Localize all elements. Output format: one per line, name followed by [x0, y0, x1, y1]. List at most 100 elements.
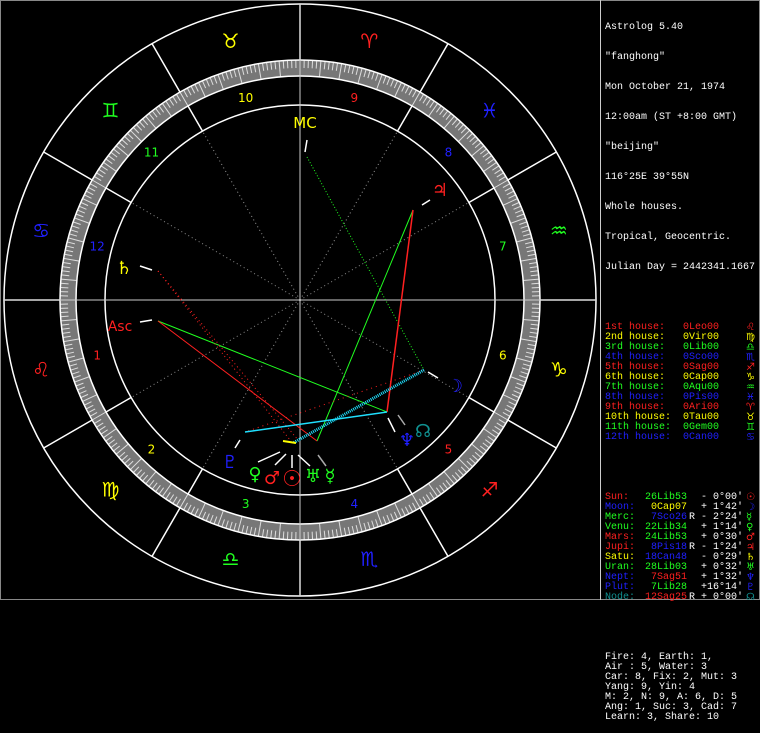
house-cusp-tick [398, 106, 413, 131]
sign-glyph-icon: ♊ [102, 98, 120, 122]
house-cusp-line [203, 300, 301, 469]
app-title: Astrolog 5.40 [605, 23, 760, 33]
venus-glyph-icon: ♀ [248, 464, 261, 485]
sign-divider [152, 508, 180, 556]
degree-tick [61, 316, 69, 317]
aspect-saturn-venus [158, 271, 290, 440]
house-cusp-tick [106, 398, 131, 413]
chart-coords: 116°25E 39°55N [605, 173, 760, 183]
sign-glyph-icon: ♓ [481, 98, 499, 122]
house-number: 10 [238, 91, 253, 105]
stats-line: M: 2, N: 9, A: 6, D: 5 [605, 693, 760, 703]
aspect-pluto-neptune [245, 412, 387, 432]
planet-latitude: + 0°00' [701, 593, 743, 603]
panel-divider [600, 0, 601, 600]
chart-place: "beijing" [605, 143, 760, 153]
stats-line: Fire: 4, Earth: 1, [605, 653, 760, 663]
planet-glyph-icon: ☊ [746, 593, 755, 603]
house-cusp-line [131, 203, 300, 301]
house-cusp-tick [188, 469, 203, 494]
house-cusp-tick [469, 188, 494, 203]
sign-glyph-icon: ♎ [222, 547, 240, 571]
sign-divider [508, 152, 556, 180]
house-number: 3 [242, 497, 250, 511]
house-system: Whole houses. [605, 203, 760, 213]
degree-tick [283, 61, 284, 69]
house-cusp-tick [398, 469, 413, 494]
aspect-moon-pluto [245, 370, 424, 432]
house-number: 11 [144, 146, 159, 160]
sign-glyph-icon: ♉ [222, 29, 240, 53]
sign-divider [44, 420, 92, 448]
neptune-glyph-icon: ♆ [399, 430, 415, 451]
degree-tick [531, 316, 539, 317]
asc-label: Asc [108, 319, 133, 335]
sign-glyph-icon: ♍ [102, 478, 120, 502]
house-cusp-line [203, 131, 301, 300]
glyph-pointers [140, 140, 438, 468]
mc-label: MC [293, 114, 316, 132]
info-panel: Astrolog 5.40 "fanghong" Mon October 21,… [605, 3, 760, 733]
house-number: 6 [499, 348, 507, 362]
house-number: 4 [351, 497, 359, 511]
house-number: 2 [148, 442, 156, 456]
house-cusp-line [300, 131, 398, 300]
chart-time: 12:00am (ST +8:00 GMT) [605, 113, 760, 123]
stats-line: Air : 5, Water: 3 [605, 663, 760, 673]
chart-date: Mon October 21, 1974 [605, 83, 760, 93]
house-cusp-line [131, 300, 300, 398]
chart-wheel: MC ♃ ♄ Asc ☽ ☊ ♆ ♇ ♀ ♂ ☉ ♅ ☿ ♈♉♊♋♌♍♎♏♐♑♒… [0, 0, 600, 600]
degree-tick [61, 283, 69, 284]
sign-glyph-icon: ♒ [550, 219, 568, 243]
sign-divider [152, 44, 180, 92]
planet-position: 12Sag25 [605, 593, 687, 603]
house-cusp-tick [469, 398, 494, 413]
house-number: 1 [93, 348, 101, 362]
aspect-asc-sun [158, 321, 317, 441]
house-number: 9 [351, 91, 359, 105]
sign-divider [508, 420, 556, 448]
retrograde-flag: R [689, 593, 695, 603]
house-row: 12th house: 0Can00 ♋ [605, 433, 760, 443]
moon-glyph-icon: ☽ [447, 376, 463, 397]
house-number: 8 [445, 146, 453, 160]
retrograde-flag: R [689, 513, 695, 523]
house-position: 0Can00 [683, 433, 719, 443]
sign-divider [44, 152, 92, 180]
degree-tick [316, 531, 317, 539]
house-sign-icon: ♋ [746, 433, 755, 443]
house-number: 12 [90, 240, 105, 254]
chart-name: "fanghong" [605, 53, 760, 63]
degree-tick [283, 531, 284, 539]
house-label: 12th house: [605, 433, 671, 443]
degree-tick [531, 283, 539, 284]
sign-glyph-icon: ♈ [360, 29, 378, 53]
stats-line: Learn: 3, Share: 10 [605, 713, 760, 723]
house-cusp-line [300, 203, 469, 301]
planet-row: Node:12Sag25R+ 0°00'☊ [605, 593, 760, 603]
planet-list: Sun:26Lib53- 0°00'☉Moon:0Cap07+ 1°42'☽Me… [605, 493, 760, 603]
sign-glyph-icon: ♏ [360, 547, 378, 571]
saturn-glyph-icon: ♄ [116, 258, 132, 279]
stats-list: Fire: 4, Earth: 1,Air : 5, Water: 3Car: … [605, 653, 760, 723]
node-glyph-icon: ☊ [415, 421, 431, 442]
wheel-rings [4, 4, 596, 596]
aspect-asc-neptune [158, 321, 387, 412]
stats-line: Ang: 1, Suc: 3, Cad: 7 [605, 703, 760, 713]
house-list: 1st house:0Leo00♌2nd house:0Vir00♍3rd ho… [605, 323, 760, 443]
uranus-glyph-icon: ♅ [305, 466, 321, 487]
house-number: 7 [499, 240, 507, 254]
mercury-glyph-icon: ☿ [324, 466, 335, 487]
stats-line: Yang: 9, Yin: 4 [605, 683, 760, 693]
retrograde-flag: R [689, 543, 695, 553]
mars-glyph-icon: ♂ [264, 468, 280, 489]
stats-line: Car: 8, Fix: 2, Mut: 3 [605, 673, 760, 683]
house-cusp-line [300, 300, 398, 469]
jupiter-glyph-icon: ♃ [432, 180, 448, 201]
julian-day: Julian Day = 2442341.1667 [605, 263, 760, 273]
house-cusp-line [300, 300, 469, 398]
sign-glyph-icon: ♋ [32, 219, 50, 243]
pluto-glyph-icon: ♇ [222, 452, 238, 473]
house-cusp-tick [106, 188, 131, 203]
sign-glyph-icon: ♌ [32, 357, 50, 381]
